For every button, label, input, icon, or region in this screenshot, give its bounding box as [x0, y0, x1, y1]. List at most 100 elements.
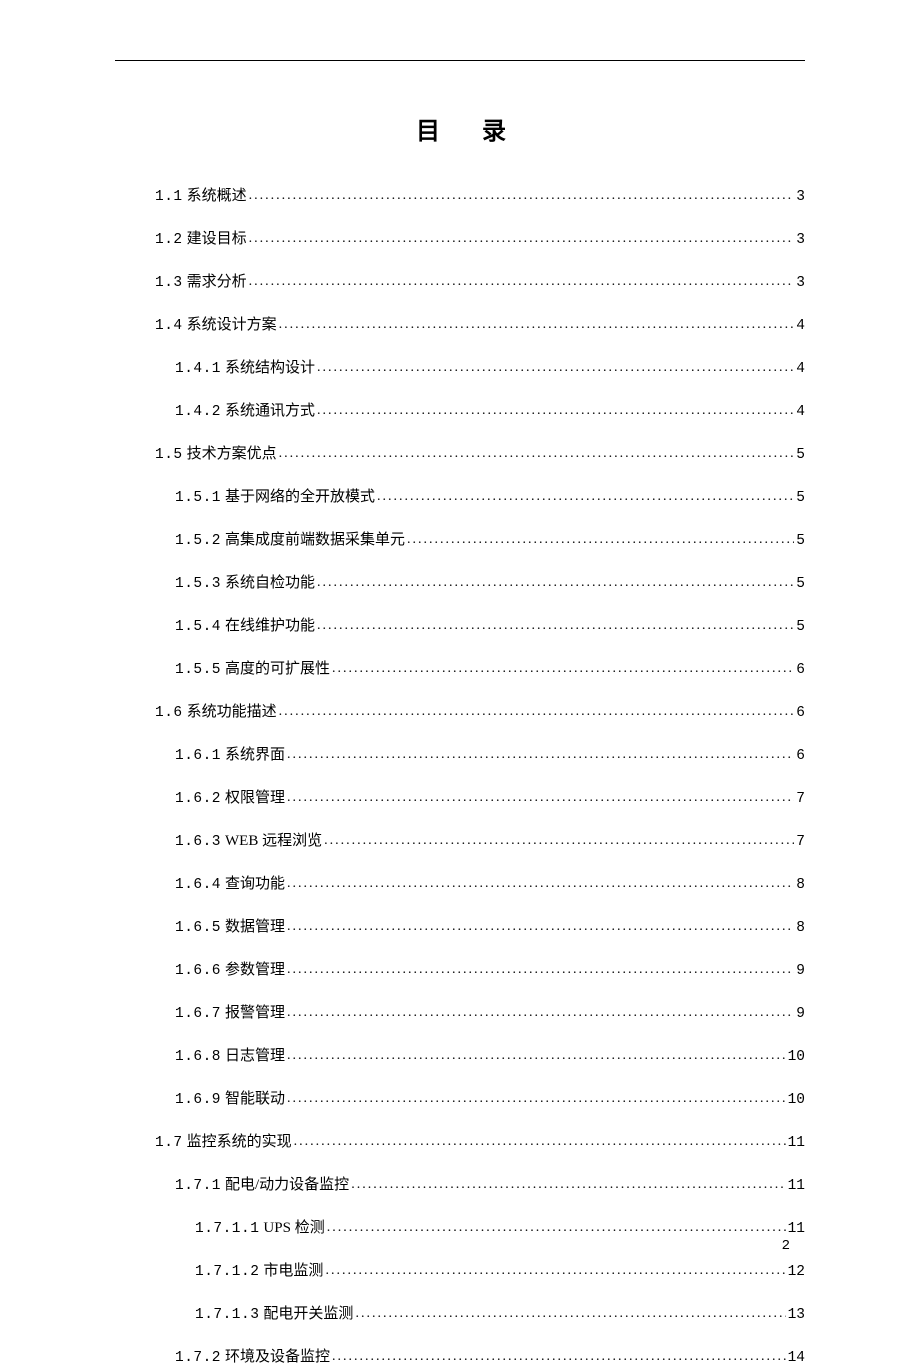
toc-dot-leader [249, 274, 795, 290]
toc-entry-label: 系统自检功能 [225, 571, 315, 592]
toc-entry: 1.6.6参数管理 9 [115, 958, 805, 979]
toc-entry-number: 1.5 [155, 447, 183, 463]
toc-dot-leader [287, 1048, 786, 1064]
page-container: 目 录 1.1系统概述31.2建设目标31.3需求分析31.4系统设计方案41.… [0, 0, 920, 1302]
toc-entry-page: 9 [796, 963, 805, 979]
toc-entry-label: 数据管理 [225, 915, 285, 936]
toc-entry-number: 1.4 [155, 318, 183, 334]
toc-entry-label: 建设目标 [187, 227, 247, 248]
toc-entry-page: 10 [788, 1049, 805, 1065]
toc-entry-label: 环境及设备监控 [225, 1345, 330, 1366]
toc-dot-leader [324, 833, 794, 849]
toc-entry-number: 1.2 [155, 232, 183, 248]
toc-entry-page: 9 [796, 1006, 805, 1022]
toc-entry-page: 4 [796, 361, 805, 377]
toc-entry: 1.6系统功能描述6 [115, 700, 805, 721]
toc-entry: 1.6.1系统界面6 [115, 743, 805, 764]
toc-entry-label: 日志管理 [225, 1044, 285, 1065]
toc-entry-page: 6 [796, 705, 805, 721]
toc-entry-page: 11 [788, 1135, 805, 1151]
toc-entry: 1.7.1.1UPS 检测11 [115, 1216, 805, 1237]
toc-entry-label: UPS 检测 [263, 1216, 324, 1237]
toc-entry-number: 1.5.1 [175, 490, 221, 506]
toc-dot-leader [317, 618, 794, 634]
toc-entry-label: 配电/动力设备监控 [225, 1173, 349, 1194]
toc-entry: 1.6.4查询功能8 [115, 872, 805, 893]
toc-entry-number: 1.7.2 [175, 1350, 221, 1366]
toc-dot-leader [327, 1220, 786, 1236]
toc-entry-label: 查询功能 [225, 872, 285, 893]
toc-entry-label: 系统功能描述 [187, 700, 277, 721]
toc-entry-label: 配电开关监测 [263, 1302, 353, 1323]
toc-entry: 1.4.1系统结构设计4 [115, 356, 805, 377]
toc-entry-number: 1.4.1 [175, 361, 221, 377]
toc-dot-leader [279, 317, 795, 333]
toc-entry-page: 3 [796, 275, 805, 291]
toc-entry-number: 1.6.6 [175, 963, 221, 979]
toc-entry-page: 6 [796, 748, 805, 764]
toc-dot-leader [407, 532, 794, 548]
toc-dot-leader [351, 1177, 785, 1193]
toc-entry-label: 高度的可扩展性 [225, 657, 330, 678]
toc-entry-page: 3 [796, 189, 805, 205]
toc-entry-number: 1.3 [155, 275, 183, 291]
toc-entry-page: 14 [788, 1350, 805, 1366]
toc-dot-leader [287, 790, 794, 806]
toc-entry-label: 权限管理 [225, 786, 285, 807]
toc-entry: 1.5.1基于网络的全开放模式 5 [115, 485, 805, 506]
toc-entry-number: 1.1 [155, 189, 183, 205]
toc-entry-number: 1.5.2 [175, 533, 221, 549]
toc-entry: 1.5技术方案优点5 [115, 442, 805, 463]
toc-dot-leader [287, 1005, 794, 1021]
toc-entry-page: 5 [796, 533, 805, 549]
toc-entry: 1.5.3系统自检功能5 [115, 571, 805, 592]
toc-dot-leader [355, 1306, 785, 1322]
toc-entry: 1.2建设目标3 [115, 227, 805, 248]
toc-entry-number: 1.6.3 [175, 834, 221, 850]
toc-entry-number: 1.6.8 [175, 1049, 221, 1065]
toc-entry-label: 基于网络的全开放模式 [225, 485, 375, 506]
toc-entry: 1.7.1.2市电监测12 [115, 1259, 805, 1280]
toc-entry-number: 1.6.7 [175, 1006, 221, 1022]
toc-entry-number: 1.6.5 [175, 920, 221, 936]
toc-dot-leader [287, 1091, 786, 1107]
toc-dot-leader [317, 575, 794, 591]
toc-entry-number: 1.5.4 [175, 619, 221, 635]
toc-dot-leader [377, 489, 794, 505]
toc-dot-leader [287, 876, 794, 892]
toc-entry-label: 高集成度前端数据采集单元 [225, 528, 405, 549]
toc-entry-label: 系统设计方案 [187, 313, 277, 334]
toc-entry-label: 需求分析 [187, 270, 247, 291]
table-of-contents: 1.1系统概述31.2建设目标31.3需求分析31.4系统设计方案41.4.1系… [115, 184, 805, 1366]
toc-entry-number: 1.6.2 [175, 791, 221, 807]
toc-entry-number: 1.7.1.3 [195, 1307, 259, 1323]
toc-dot-leader [249, 188, 795, 204]
toc-dot-leader [279, 704, 795, 720]
toc-entry-page: 10 [788, 1092, 805, 1108]
toc-entry-page: 5 [796, 619, 805, 635]
toc-entry-label: 参数管理 [225, 958, 285, 979]
toc-entry-page: 5 [796, 447, 805, 463]
toc-entry: 1.7.2环境及设备监控 14 [115, 1345, 805, 1366]
toc-dot-leader [332, 1349, 786, 1365]
toc-entry-number: 1.6.1 [175, 748, 221, 764]
toc-entry: 1.5.4在线维护功能5 [115, 614, 805, 635]
toc-entry-number: 1.7.1 [175, 1178, 221, 1194]
toc-entry-number: 1.6.9 [175, 1092, 221, 1108]
toc-entry-number: 1.5.5 [175, 662, 221, 678]
toc-entry-page: 11 [788, 1178, 805, 1194]
toc-entry-number: 1.7.1.2 [195, 1264, 259, 1280]
toc-entry-number: 1.7.1.1 [195, 1221, 259, 1237]
toc-entry-label: 系统概述 [187, 184, 247, 205]
toc-entry-page: 5 [796, 490, 805, 506]
header-rule [115, 60, 805, 61]
toc-entry-label: WEB 远程浏览 [225, 829, 322, 850]
toc-dot-leader [279, 446, 795, 462]
toc-entry: 1.6.9智能联动10 [115, 1087, 805, 1108]
toc-entry: 1.1系统概述 3 [115, 184, 805, 205]
toc-entry-number: 1.5.3 [175, 576, 221, 592]
toc-dot-leader [325, 1263, 785, 1279]
toc-dot-leader [287, 747, 794, 763]
toc-dot-leader [332, 661, 794, 677]
toc-dot-leader [249, 231, 795, 247]
